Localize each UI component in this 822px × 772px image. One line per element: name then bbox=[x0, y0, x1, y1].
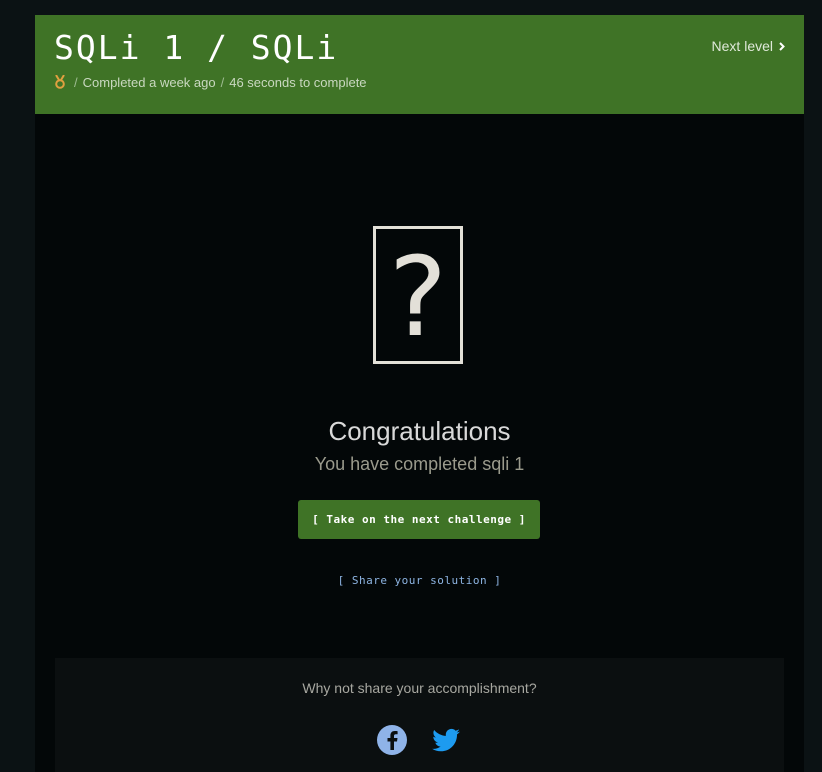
share-solution-row: [ Share your solution ] bbox=[35, 574, 804, 587]
share-solution-link[interactable]: [ Share your solution ] bbox=[338, 574, 502, 587]
question-mark-glyph: ? bbox=[389, 233, 447, 361]
question-mark-icon: ? bbox=[389, 233, 447, 361]
chevron-right-icon bbox=[779, 41, 785, 51]
level-meta: / Completed a week ago / 46 seconds to c… bbox=[54, 74, 367, 90]
share-prompt: Why not share your accomplishment? bbox=[302, 680, 537, 696]
share-accomplishment-box: Why not share your accomplishment? bbox=[55, 658, 784, 772]
level-header: SQLi 1 / SQLi / Completed a week ago / 4… bbox=[35, 15, 804, 114]
next-challenge-button[interactable]: [ Take on the next challenge ] bbox=[298, 500, 540, 539]
next-level-link[interactable]: Next level bbox=[712, 38, 785, 54]
meta-separator: / bbox=[220, 74, 225, 90]
twitter-icon[interactable] bbox=[430, 724, 462, 756]
congrats-heading: Congratulations bbox=[328, 416, 511, 446]
meta-separator: / bbox=[74, 74, 78, 90]
medal-icon bbox=[55, 75, 65, 89]
challenge-panel: SQLi 1 / SQLi / Completed a week ago / 4… bbox=[35, 15, 804, 772]
level-title: SQLi 1 / SQLi bbox=[54, 28, 339, 67]
mystery-badge: ? bbox=[373, 226, 463, 364]
completed-time: Completed a week ago bbox=[82, 74, 216, 90]
next-level-label: Next level bbox=[711, 38, 773, 54]
completion-duration: 46 seconds to complete bbox=[229, 74, 367, 90]
page: SQLi 1 / SQLi / Completed a week ago / 4… bbox=[0, 0, 822, 772]
facebook-icon[interactable] bbox=[376, 724, 408, 756]
completed-message: You have completed sqli 1 bbox=[314, 454, 525, 474]
